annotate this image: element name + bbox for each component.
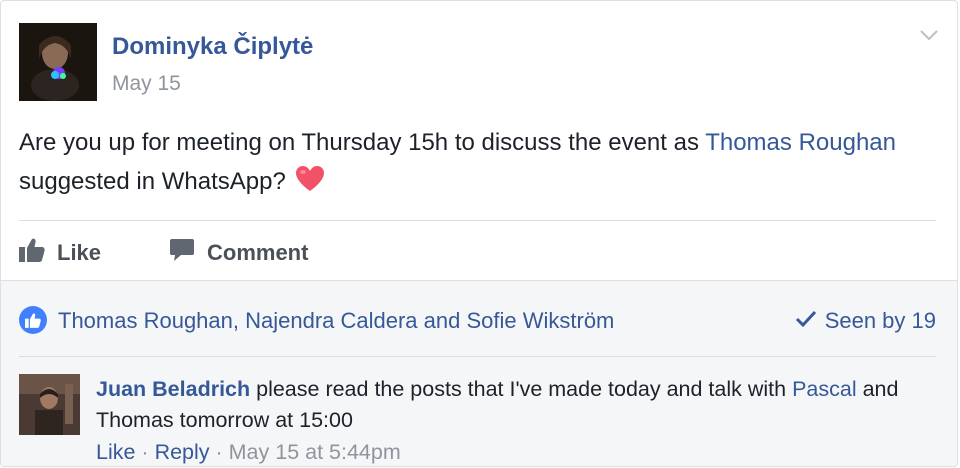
- like-reaction-icon: [19, 306, 47, 334]
- mention-link[interactable]: Thomas Roughan: [705, 129, 896, 156]
- comment-author-name[interactable]: Juan Beladrich: [96, 377, 250, 401]
- commenter-avatar[interactable]: [19, 374, 80, 435]
- like-label: Like: [57, 240, 102, 265]
- meta-separator: ·: [209, 440, 229, 464]
- comment-reply-link[interactable]: Reply: [155, 440, 210, 464]
- comment-meta: Like · Reply · May 15 at 5:44pm: [96, 440, 401, 465]
- post-text-part: suggested in WhatsApp?: [19, 168, 286, 195]
- comment-text: Juan Beladrich please read the posts tha…: [96, 374, 916, 436]
- post-card: Dominyka Čiplytė May 15 Are you up for m…: [0, 0, 958, 467]
- author-avatar[interactable]: [19, 23, 97, 101]
- post-actions: Like Comment: [19, 233, 936, 273]
- comment-like-link[interactable]: Like: [96, 440, 135, 464]
- comment-text-part: please read the posts that I've made tod…: [250, 377, 793, 401]
- chevron-down-icon[interactable]: [919, 27, 939, 43]
- meta-separator: ·: [135, 440, 155, 464]
- feedback-section: Thomas Roughan, Najendra Caldera and Sof…: [1, 280, 957, 466]
- seen-by[interactable]: Seen by 19: [795, 308, 936, 334]
- post-author-name[interactable]: Dominyka Čiplytė: [112, 33, 313, 61]
- thumbs-up-icon: [19, 238, 57, 268]
- divider: [19, 220, 936, 221]
- post-header: Dominyka Čiplytė May 15: [19, 23, 939, 103]
- reaction-names[interactable]: Thomas Roughan, Najendra Caldera and Sof…: [58, 308, 614, 334]
- seen-by-label: Seen by 19: [824, 308, 936, 333]
- comment-label: Comment: [207, 240, 309, 265]
- like-button[interactable]: Like: [19, 233, 101, 273]
- post-text-part: Are you up for meeting on Thursday 15h t…: [19, 129, 706, 156]
- speech-bubble-icon: [169, 238, 207, 268]
- post-date[interactable]: May 15: [112, 72, 181, 96]
- heart-icon: [295, 165, 325, 205]
- comment-mention-link[interactable]: Pascal: [792, 377, 857, 401]
- post-text: Are you up for meeting on Thursday 15h t…: [19, 123, 919, 205]
- divider: [19, 356, 936, 357]
- comment-timestamp[interactable]: May 15 at 5:44pm: [229, 440, 401, 464]
- comment-button[interactable]: Comment: [169, 233, 308, 273]
- reactions-row: Thomas Roughan, Najendra Caldera and Sof…: [19, 303, 936, 337]
- checkmark-icon: [795, 308, 825, 334]
- comment-item: Juan Beladrich please read the posts tha…: [19, 374, 936, 466]
